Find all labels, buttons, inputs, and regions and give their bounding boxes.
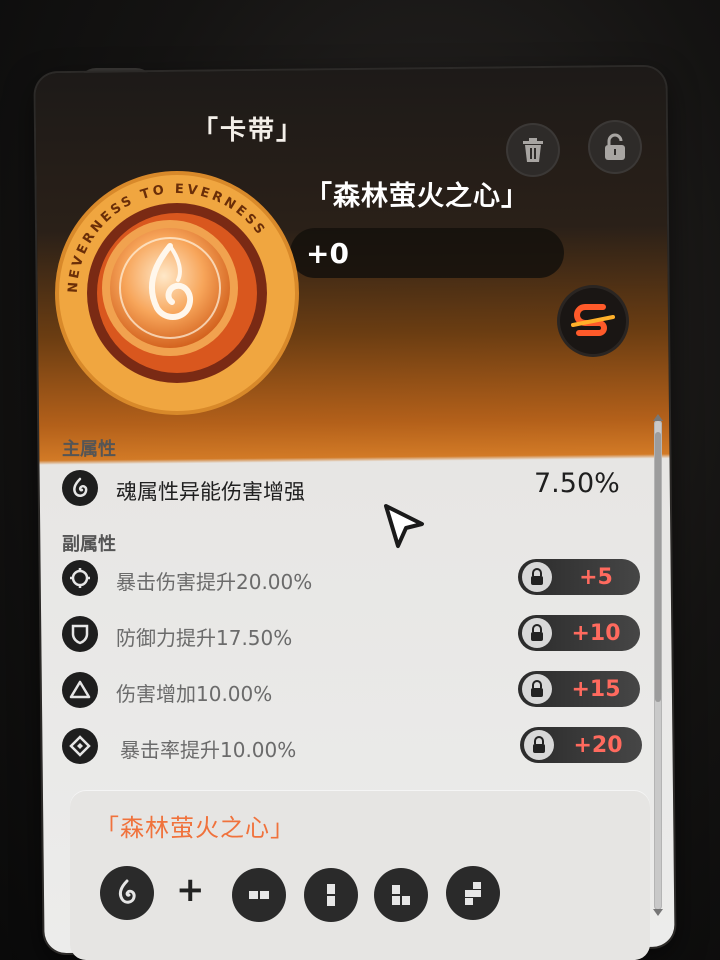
soul-flame-icon bbox=[62, 470, 98, 506]
scroll-up-icon[interactable] bbox=[652, 412, 664, 422]
block-piece-horizontal-icon bbox=[249, 891, 269, 899]
lock-icon bbox=[522, 618, 552, 648]
crosshair-icon bbox=[62, 560, 98, 596]
sub-attribute-label: 暴击率提升10.00% bbox=[120, 738, 297, 762]
sub-attribute-label: 防御力提升17.50% bbox=[116, 626, 293, 650]
sub-attribute-label: 伤害增加10.00% bbox=[116, 682, 273, 706]
scroll-down-icon[interactable] bbox=[652, 908, 664, 918]
category-label: 「卡带」 bbox=[192, 116, 305, 146]
lock-icon bbox=[524, 730, 554, 760]
set-title: 「森林萤火之心」 bbox=[95, 814, 295, 842]
set-core-slot[interactable] bbox=[100, 866, 154, 920]
plus-sign: + bbox=[176, 870, 205, 910]
sub-attribute-title: 副属性 bbox=[62, 534, 116, 555]
triangle-icon bbox=[62, 672, 98, 708]
flame-core-icon bbox=[118, 879, 136, 904]
set-piece-slot[interactable] bbox=[304, 868, 358, 922]
unlock-level-pill: +20 bbox=[520, 727, 642, 763]
block-piece-vertical-icon bbox=[327, 884, 335, 906]
main-attribute-row: 魂属性异能伤害增强 7.50% bbox=[44, 466, 644, 510]
unlock-level-value: +10 bbox=[571, 620, 621, 646]
s-rank-icon bbox=[571, 304, 615, 336]
sub-attribute-label: 暴击伤害提升20.00% bbox=[116, 570, 313, 594]
sub-attribute-row: 伤害增加10.00% +15 bbox=[44, 668, 644, 712]
delete-button[interactable] bbox=[508, 125, 558, 175]
item-name: 「森林萤火之心」 bbox=[305, 181, 529, 212]
unlock-icon bbox=[605, 133, 625, 160]
trash-icon bbox=[523, 138, 543, 162]
block-piece-l-icon bbox=[392, 885, 410, 905]
block-piece-z-icon bbox=[465, 882, 481, 905]
mouse-cursor-icon bbox=[384, 504, 424, 548]
unlock-level-value: +20 bbox=[573, 732, 623, 758]
enhance-level: +0 bbox=[290, 228, 564, 278]
unlock-level-pill: +10 bbox=[518, 615, 640, 651]
sub-attribute-row: 防御力提升17.50% +10 bbox=[44, 612, 644, 656]
rarity-badge bbox=[560, 288, 626, 354]
unlock-level-pill: +5 bbox=[518, 559, 640, 595]
main-attribute-value: 7.50% bbox=[534, 468, 620, 499]
crit-diamond-icon bbox=[62, 728, 98, 764]
sub-attribute-row: 暴击伤害提升20.00% +5 bbox=[44, 556, 644, 600]
sub-attribute-row: 暴击率提升10.00% +20 bbox=[44, 724, 644, 768]
scrollbar-thumb[interactable] bbox=[655, 432, 661, 702]
main-attribute-label: 魂属性异能伤害增强 bbox=[116, 480, 305, 504]
lock-icon bbox=[522, 562, 552, 592]
set-piece-slot[interactable] bbox=[446, 866, 500, 920]
item-emblem: NEVERNESS TO EVERNESS bbox=[55, 171, 299, 415]
main-attribute-title: 主属性 bbox=[62, 439, 116, 460]
lock-icon bbox=[522, 674, 552, 704]
unlock-level-pill: +15 bbox=[518, 671, 640, 707]
lock-toggle-button[interactable] bbox=[590, 122, 640, 172]
shield-icon bbox=[62, 616, 98, 652]
set-piece-slot[interactable] bbox=[232, 868, 286, 922]
unlock-level-value: +15 bbox=[571, 676, 621, 702]
set-piece-slot[interactable] bbox=[374, 868, 428, 922]
unlock-level-value: +5 bbox=[579, 564, 613, 590]
